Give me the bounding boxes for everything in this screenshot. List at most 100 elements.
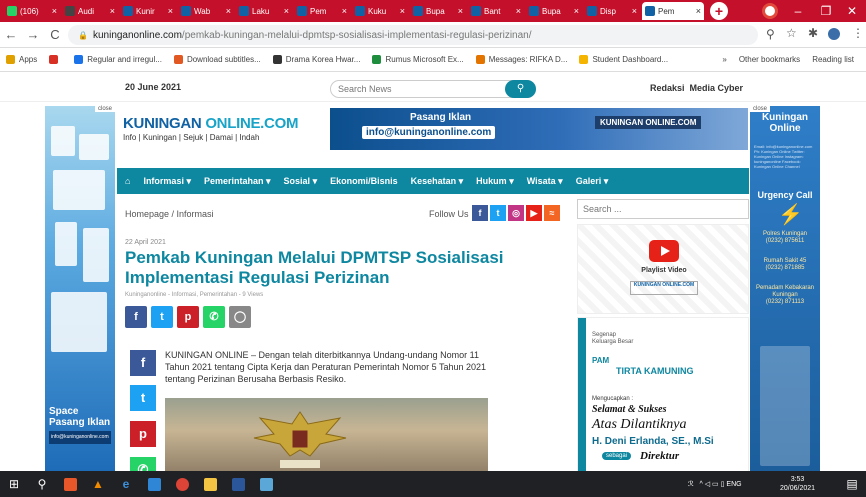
browser-tab[interactable]: Kunir × (120, 2, 176, 20)
youtube-icon[interactable]: ▶ (526, 205, 542, 221)
playlist-video-widget[interactable]: Playlist Video KUNINGAN ONLINE.COM (577, 224, 749, 314)
home-icon[interactable]: ⌂ (125, 176, 130, 186)
share-pinterest-icon[interactable]: p (177, 306, 199, 328)
file-explorer-icon[interactable] (140, 471, 168, 497)
redaksi-link[interactable]: Redaksi (650, 83, 685, 93)
browser-tab[interactable]: Bupa × (410, 2, 466, 20)
bookmark-item[interactable]: Regular and irregul... (74, 55, 162, 64)
tab-close-icon[interactable]: × (226, 6, 231, 16)
nav-item[interactable]: Sosial ▾ (284, 176, 318, 187)
tab-close-icon[interactable]: × (458, 6, 463, 16)
other-bookmarks[interactable]: Other bookmarks (739, 55, 800, 64)
tray-chevron-icon[interactable]: ^ (699, 481, 702, 488)
rss-icon[interactable]: ≈ (544, 205, 560, 221)
forward-arrow-icon[interactable]: → (22, 27, 44, 42)
more-bookmarks-chevron[interactable]: » (722, 55, 726, 64)
share-comment-icon[interactable]: ◯ (229, 306, 251, 328)
right-side-banner[interactable]: Kuningan Online Email: info@kuninganonlin… (750, 106, 820, 471)
language-indicator[interactable]: ENG (726, 481, 741, 488)
youtube-play-icon[interactable] (649, 240, 679, 262)
share-twitter-icon[interactable]: t (151, 306, 173, 328)
bookmark-item[interactable] (49, 55, 62, 64)
share-whatsapp-icon[interactable]: ✆ (203, 306, 225, 328)
tab-close-icon[interactable]: × (168, 6, 173, 16)
volume-icon[interactable]: ◁ (705, 480, 710, 488)
profile-avatar[interactable] (762, 3, 778, 19)
close-right-banner[interactable]: close (750, 106, 771, 112)
nav-item[interactable]: Pemerintahan ▾ (204, 176, 271, 187)
folder-icon[interactable] (196, 471, 224, 497)
browser-tab[interactable]: Disp × (584, 2, 640, 20)
nav-item[interactable]: Ekonomi/Bisnis (330, 176, 398, 186)
close-left-banner[interactable]: close (95, 106, 116, 112)
reload-icon[interactable]: C (44, 27, 66, 42)
windows-start-icon[interactable]: ⊞ (0, 471, 28, 497)
left-side-banner[interactable]: Space Pasang Iklan info@kuninganonline.c… (45, 106, 115, 471)
float-pinterest-icon[interactable]: p (130, 421, 156, 447)
nav-item[interactable]: Kesehatan ▾ (411, 176, 464, 187)
close-window-icon[interactable]: ✕ (838, 0, 866, 22)
menu-dots-icon[interactable]: ⋮ (852, 26, 864, 40)
system-clock[interactable]: 3:53 20/06/2021 (780, 475, 815, 493)
tab-close-icon[interactable]: × (516, 6, 521, 16)
float-twitter-icon[interactable]: t (130, 385, 156, 411)
account-avatar[interactable] (828, 28, 840, 40)
bookmark-item[interactable]: Rumus Microsoft Ex... (372, 55, 464, 64)
extensions-icon[interactable]: ✱ (808, 26, 818, 40)
bookmark-item[interactable]: Drama Korea Hwar... (272, 55, 360, 64)
browser-tab[interactable]: Audi × (62, 2, 118, 20)
nav-item[interactable]: Wisata ▾ (527, 176, 563, 187)
battery-icon[interactable]: ▯ (721, 480, 725, 488)
new-tab-button[interactable]: + (710, 2, 728, 20)
tab-close-icon[interactable]: × (400, 6, 405, 16)
search-button[interactable]: ⚲ (505, 80, 536, 98)
tab-close-icon[interactable]: × (284, 6, 289, 16)
nav-item[interactable]: Informasi ▾ (143, 176, 191, 187)
pam-tirta-kamuning-ad[interactable]: Segenap Keluarga Besar PAM TIRTA KAMUNING… (577, 317, 749, 471)
tab-close-icon[interactable]: × (342, 6, 347, 16)
address-bar[interactable]: 🔒 kuninganonline.com /pemkab-kuningan-me… (68, 25, 758, 45)
site-logo[interactable]: KUNINGAN ONLINE.COM (123, 115, 298, 132)
network-icon[interactable]: ▭ (712, 480, 719, 488)
browser-tab[interactable]: Bant × (468, 2, 524, 20)
photoshop-icon[interactable] (56, 471, 84, 497)
word-icon[interactable] (224, 471, 252, 497)
tab-close-icon[interactable]: × (52, 6, 57, 16)
browser-tab[interactable]: (106) × (4, 2, 60, 20)
browser-tab[interactable]: Laku × (236, 2, 292, 20)
nav-item[interactable]: Galeri ▾ (576, 176, 609, 187)
browser-tab[interactable]: Kuku × (352, 2, 408, 20)
browser-tab[interactable]: Wab × (178, 2, 234, 20)
app-icon[interactable] (252, 471, 280, 497)
facebook-icon[interactable]: f (472, 205, 488, 221)
instagram-icon[interactable]: ◎ (508, 205, 524, 221)
media-cyber-link[interactable]: Media Cyber (690, 83, 744, 93)
bookmark-item[interactable]: Messages: RIFKA D... (475, 55, 567, 64)
sidebar-search-input[interactable]: Search ... (577, 199, 749, 219)
browser-tab[interactable]: Pem × (642, 2, 704, 20)
twitter-icon[interactable]: t (490, 205, 506, 221)
notification-icon[interactable]: ▤ (838, 471, 866, 497)
bookmark-star-icon[interactable]: ☆ (786, 26, 797, 40)
bookmark-item[interactable]: Student Dashboard... (579, 55, 668, 64)
vlc-icon[interactable]: ▲ (84, 471, 112, 497)
minimize-icon[interactable]: – (784, 0, 812, 22)
chrome-icon[interactable] (168, 471, 196, 497)
share-facebook-icon[interactable]: f (125, 306, 147, 328)
search-icon[interactable]: ⚲ (28, 471, 56, 497)
tab-close-icon[interactable]: × (110, 6, 115, 16)
browser-tab[interactable]: Pem × (294, 2, 350, 20)
header-ad-banner[interactable]: Pasang Iklan info@kuninganonline.com KUN… (330, 108, 748, 150)
zoom-search-icon[interactable]: ⚲ (766, 27, 775, 41)
tab-close-icon[interactable]: × (632, 6, 637, 16)
float-facebook-icon[interactable]: f (130, 350, 156, 376)
float-whatsapp-icon[interactable]: ✆ (130, 457, 156, 471)
bookmark-item[interactable]: Download subtitles... (173, 55, 261, 64)
tab-close-icon[interactable]: × (574, 6, 579, 16)
restore-icon[interactable]: ❐ (812, 0, 840, 22)
browser-tab[interactable]: Bupa × (526, 2, 582, 20)
tab-close-icon[interactable]: × (696, 6, 701, 16)
bookmark-item[interactable]: Apps (6, 55, 37, 64)
back-arrow-icon[interactable]: ← (0, 27, 22, 42)
people-icon[interactable]: ℛ (688, 480, 694, 488)
